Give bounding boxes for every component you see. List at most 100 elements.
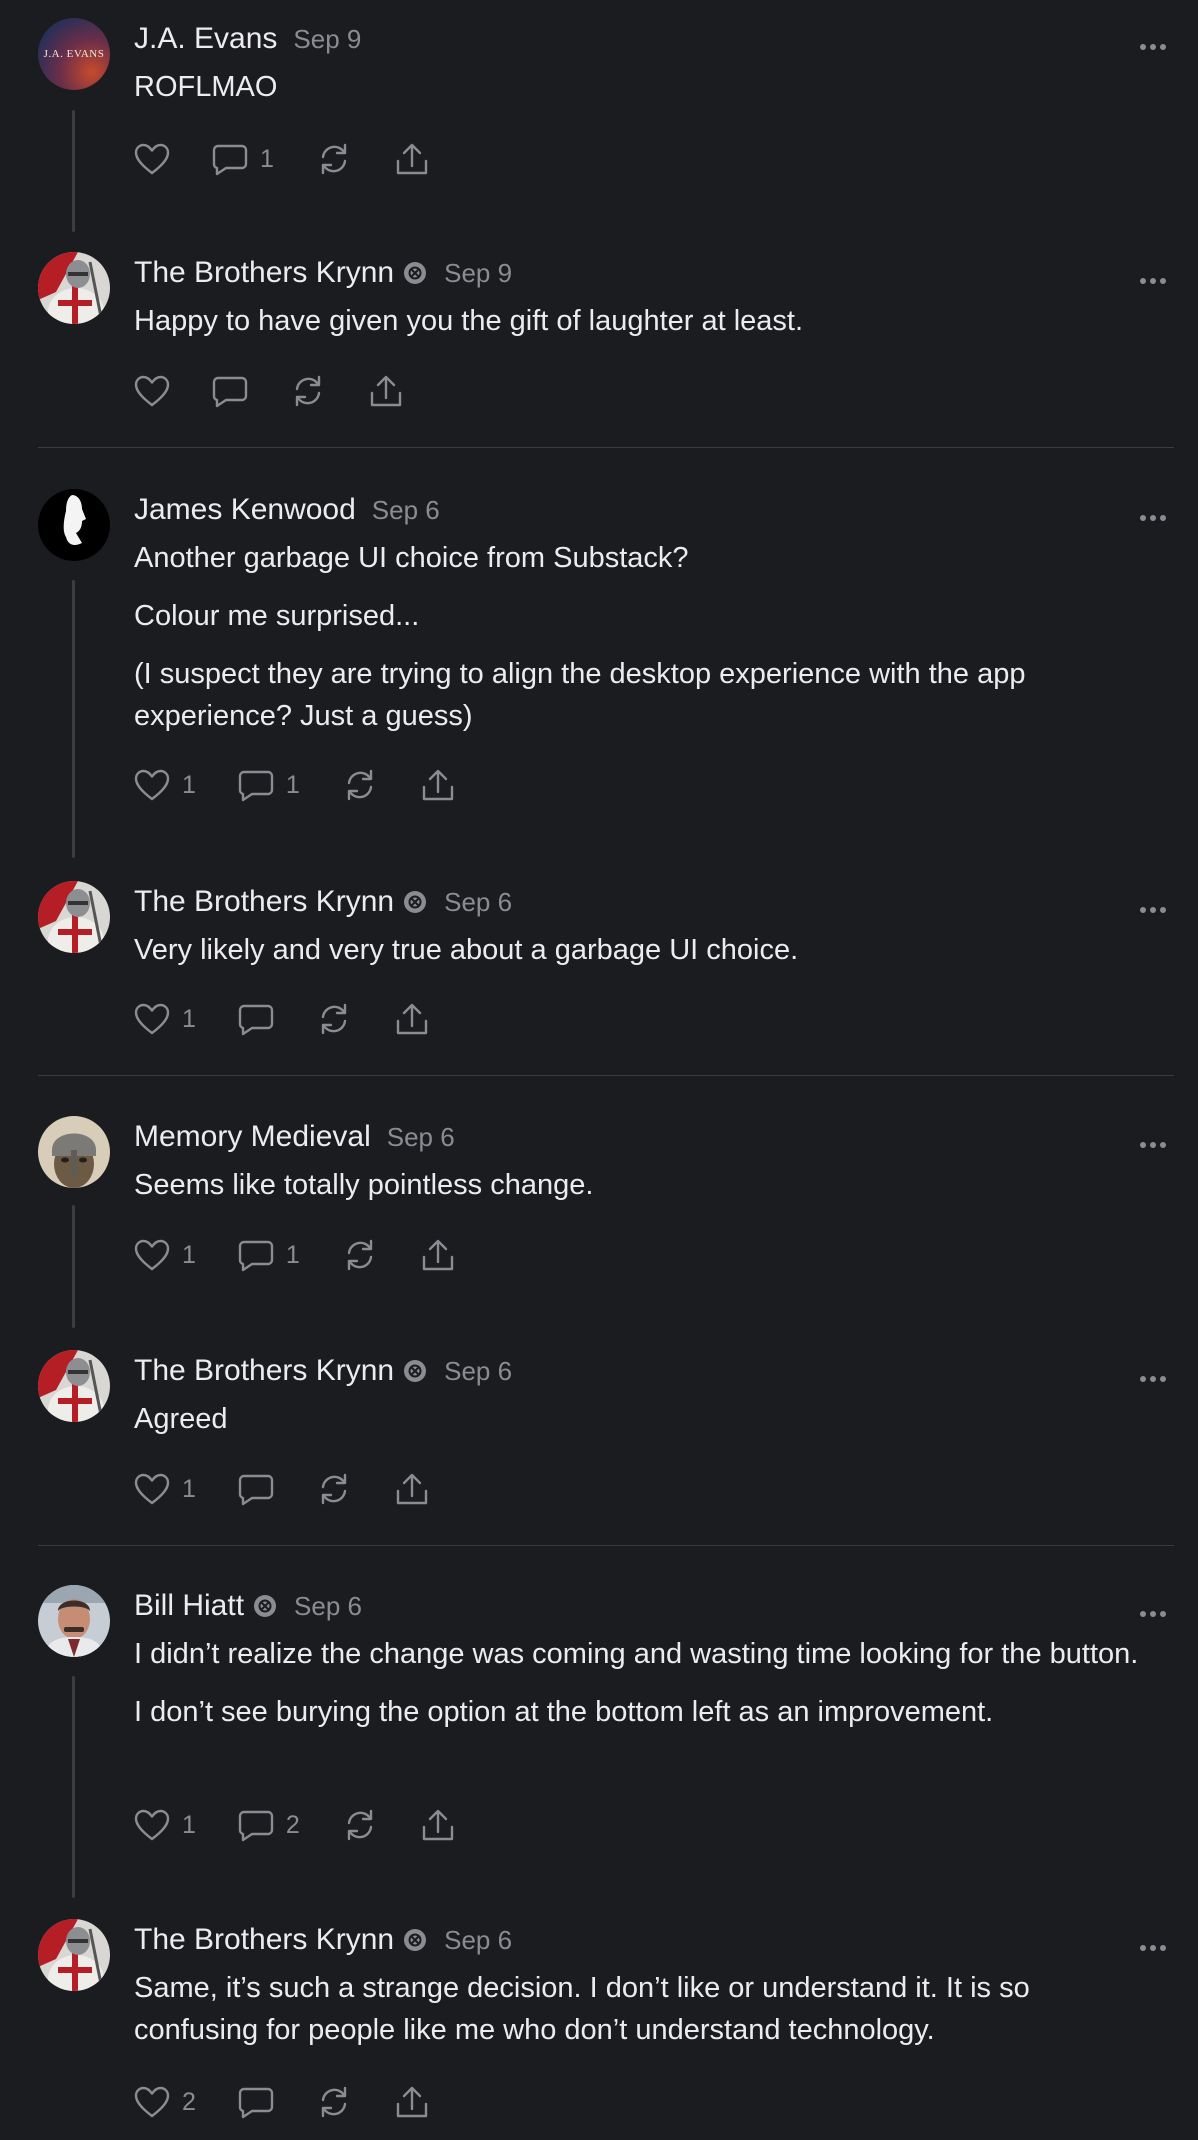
author-name[interactable]: Memory Medieval <box>134 1120 371 1154</box>
avatar[interactable] <box>38 1919 110 1991</box>
like-button[interactable]: 1 <box>134 1808 196 1842</box>
reply-count: 1 <box>285 770 300 799</box>
avatar[interactable] <box>38 252 110 324</box>
like-count: 1 <box>182 1474 196 1503</box>
more-options-icon[interactable] <box>1139 272 1167 284</box>
thread-divider <box>38 1075 1174 1076</box>
comment-date[interactable]: Sep 9 <box>293 24 361 55</box>
comment-body: Happy to have given you the gift of laug… <box>134 300 1144 358</box>
share-icon <box>394 2085 430 2119</box>
comment-icon <box>238 768 274 802</box>
reply-count: 1 <box>260 144 274 173</box>
reply-button[interactable]: 1 <box>238 1238 300 1272</box>
reply-count: 1 <box>285 1240 300 1269</box>
comment-date[interactable]: Sep 6 <box>444 1925 512 1956</box>
avatar[interactable] <box>38 881 110 953</box>
more-options-icon[interactable] <box>1139 1136 1167 1148</box>
share-button[interactable] <box>420 768 456 802</box>
reply-button[interactable]: 1 <box>238 768 300 802</box>
subscriber-badge-icon <box>402 889 428 915</box>
comment-icon <box>238 1472 274 1506</box>
avatar[interactable] <box>38 489 110 561</box>
author-name[interactable]: The Brothers Krynn <box>134 256 394 290</box>
comment-header: The Brothers Krynn Sep 6 <box>134 1920 512 1960</box>
reply-button[interactable] <box>238 1002 274 1036</box>
comment-date[interactable]: Sep 9 <box>444 258 512 289</box>
more-options-icon[interactable] <box>1139 901 1167 913</box>
more-options-icon[interactable] <box>1139 38 1167 50</box>
reply-button[interactable] <box>238 2085 274 2119</box>
like-count: 1 <box>182 1004 196 1033</box>
like-count: 1 <box>182 770 196 799</box>
comment-icon <box>212 142 248 176</box>
heart-icon <box>134 1808 170 1842</box>
restack-icon <box>316 1002 352 1036</box>
avatar[interactable] <box>38 1116 110 1188</box>
avatar[interactable] <box>38 1585 110 1657</box>
like-button[interactable] <box>134 142 170 176</box>
comment-paragraph: Same, it’s such a strange decision. I do… <box>134 1972 1030 2046</box>
author-name[interactable]: The Brothers Krynn <box>134 1923 394 1957</box>
heart-icon <box>134 1472 170 1506</box>
reply-button[interactable]: 2 <box>238 1808 300 1842</box>
share-button[interactable] <box>394 1002 430 1036</box>
reply-button[interactable] <box>212 374 248 408</box>
like-button[interactable]: 1 <box>134 1002 196 1036</box>
share-icon <box>420 1238 456 1272</box>
share-button[interactable] <box>368 374 404 408</box>
share-button[interactable] <box>394 1472 430 1506</box>
comment-date[interactable]: Sep 6 <box>444 1356 512 1387</box>
share-button[interactable] <box>420 1808 456 1842</box>
share-button[interactable] <box>394 2085 430 2119</box>
more-options-icon[interactable] <box>1139 1370 1167 1382</box>
restack-icon <box>342 768 378 802</box>
like-button[interactable]: 1 <box>134 1238 196 1272</box>
heart-icon <box>134 768 170 802</box>
heart-icon <box>134 1002 170 1036</box>
comment-header: The Brothers Krynn Sep 9 <box>134 253 512 293</box>
reply-button[interactable]: 1 <box>212 142 274 176</box>
author-name[interactable]: The Brothers Krynn <box>134 1354 394 1388</box>
comment-date[interactable]: Sep 6 <box>372 495 440 526</box>
share-button[interactable] <box>420 1238 456 1272</box>
comment-actions: 1 <box>134 999 472 1039</box>
thread-divider <box>38 447 1174 448</box>
restack-icon <box>290 374 326 408</box>
comment-paragraph: I didn’t realize the change was coming a… <box>134 1638 1139 1670</box>
restack-button[interactable] <box>290 374 326 408</box>
like-button[interactable]: 1 <box>134 1472 196 1506</box>
author-name[interactable]: The Brothers Krynn <box>134 885 394 919</box>
restack-button[interactable] <box>316 1472 352 1506</box>
comment-date[interactable]: Sep 6 <box>387 1122 455 1153</box>
author-name[interactable]: J.A. Evans <box>134 22 277 56</box>
avatar[interactable] <box>38 1350 110 1422</box>
more-options-icon[interactable] <box>1139 1605 1167 1617</box>
comment-paragraph: (I suspect they are trying to align the … <box>134 658 1026 732</box>
comment-actions: 2 <box>134 2082 472 2122</box>
restack-button[interactable] <box>316 1002 352 1036</box>
comment-date[interactable]: Sep 6 <box>294 1591 362 1622</box>
restack-button[interactable] <box>342 1808 378 1842</box>
author-name[interactable]: Bill Hiatt <box>134 1589 244 1623</box>
more-options-icon[interactable] <box>1139 509 1167 521</box>
like-button[interactable] <box>134 374 170 408</box>
comment-body: ROFLMAO <box>134 66 1144 124</box>
restack-button[interactable] <box>342 768 378 802</box>
comment-body: I didn’t realize the change was coming a… <box>134 1633 1144 1749</box>
comment-header: The Brothers Krynn Sep 6 <box>134 1351 512 1391</box>
comment-actions: 1 <box>134 139 472 179</box>
author-name[interactable]: James Kenwood <box>134 493 356 527</box>
like-button[interactable]: 2 <box>134 2085 196 2119</box>
restack-button[interactable] <box>342 1238 378 1272</box>
avatar[interactable]: J.A. EVANS <box>38 18 110 90</box>
comment-actions: 11 <box>134 1235 498 1275</box>
more-options-icon[interactable] <box>1139 1939 1167 1951</box>
comment-paragraph: Happy to have given you the gift of laug… <box>134 305 804 337</box>
share-button[interactable] <box>394 142 430 176</box>
like-button[interactable]: 1 <box>134 768 196 802</box>
like-count: 1 <box>182 1810 196 1839</box>
reply-button[interactable] <box>238 1472 274 1506</box>
comment-date[interactable]: Sep 6 <box>444 887 512 918</box>
restack-button[interactable] <box>316 142 352 176</box>
restack-button[interactable] <box>316 2085 352 2119</box>
